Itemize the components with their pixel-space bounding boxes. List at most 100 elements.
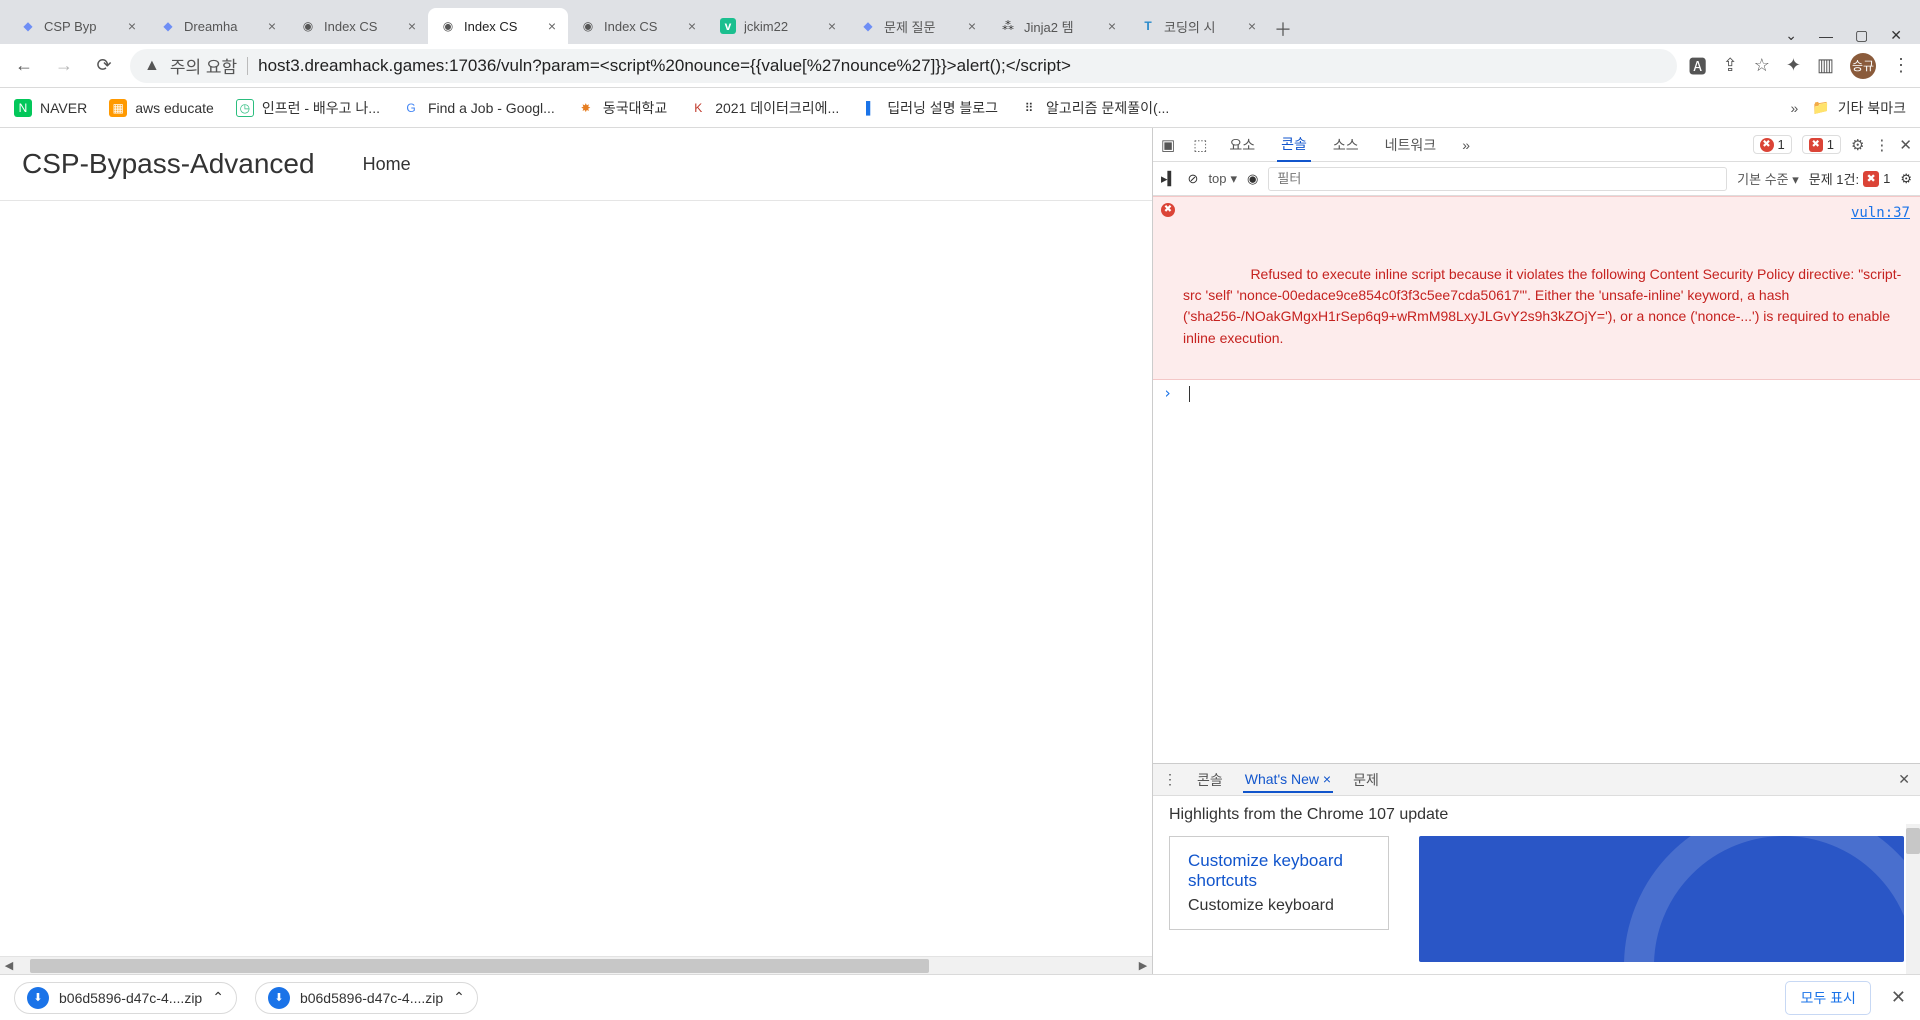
profile-avatar[interactable]: 승규 (1850, 53, 1876, 79)
tab-title: Jinja2 템 (1024, 17, 1100, 36)
omnibox[interactable]: ▲ 주의 요함 host3.dreamhack.games:17036/vuln… (130, 49, 1677, 83)
gear-icon[interactable]: ⚙ (1900, 171, 1912, 187)
close-icon[interactable]: × (128, 18, 136, 34)
download-item[interactable]: ⬇ b06d5896-d47c-4....zip ⌃ (255, 982, 478, 1014)
sidebar-toggle-icon[interactable]: ▸▍ (1161, 171, 1178, 187)
console-error-message[interactable]: ✖ vuln:37 Refused to execute inline scri… (1153, 196, 1920, 380)
error-count-badge[interactable]: ✖1 (1753, 135, 1792, 154)
tab-title: Dreamha (184, 19, 260, 34)
horizontal-scrollbar[interactable]: ◀ ▶ (0, 956, 1152, 974)
console-filter[interactable] (1268, 167, 1727, 191)
show-all-downloads-button[interactable]: 모두 표시 (1785, 981, 1870, 1015)
bookmark-item[interactable]: ▦aws educate (109, 99, 214, 117)
chevron-down-icon[interactable]: ⌄ (1785, 27, 1797, 44)
menu-icon[interactable]: ⋮ (1874, 136, 1889, 154)
close-icon[interactable]: × (968, 18, 976, 34)
share-icon[interactable]: ⇪ (1723, 55, 1738, 76)
chevron-up-icon[interactable]: ⌃ (453, 989, 465, 1006)
translate-icon[interactable]: 🅰 (1689, 53, 1707, 79)
close-icon[interactable]: × (1323, 771, 1331, 787)
scroll-thumb[interactable] (1906, 828, 1920, 854)
extensions-icon[interactable]: ✦ (1786, 55, 1801, 76)
drawer-tab-whatsnew[interactable]: What's New × (1243, 767, 1333, 793)
bookmark-item[interactable]: GFind a Job - Googl... (402, 99, 555, 117)
close-icon[interactable]: × (1108, 18, 1116, 34)
inspect-icon[interactable]: ▣ (1161, 136, 1175, 154)
device-toggle-icon[interactable]: ⬚ (1193, 136, 1207, 154)
bookmark-item[interactable]: NNAVER (14, 99, 87, 117)
chevron-up-icon[interactable]: ⌃ (212, 989, 224, 1006)
error-text: Refused to execute inline script because… (1183, 266, 1901, 346)
close-icon[interactable]: × (688, 18, 696, 34)
browser-tab-active[interactable]: ◉Index CS× (428, 8, 568, 44)
close-icon[interactable]: ✕ (1891, 987, 1906, 1008)
nav-home-link[interactable]: Home (363, 154, 411, 175)
bookmark-item[interactable]: K2021 데이터크리에... (689, 98, 839, 118)
sidepanel-icon[interactable]: ▥ (1817, 55, 1834, 76)
whatsnew-headline: Highlights from the Chrome 107 update (1153, 796, 1920, 824)
drawer-tab-console[interactable]: 콘솔 (1195, 766, 1225, 794)
gear-icon[interactable]: ⚙ (1851, 136, 1864, 154)
issue-count-badge[interactable]: ✖1 (1802, 135, 1841, 154)
filter-input[interactable] (1268, 167, 1727, 191)
close-icon[interactable]: ✕ (1899, 136, 1912, 154)
close-icon[interactable]: × (268, 18, 276, 34)
devtools-tab-console[interactable]: 콘솔 (1277, 128, 1311, 162)
browser-tab[interactable]: T코딩의 시× (1128, 8, 1268, 44)
bookmark-item[interactable]: ⠿알고리즘 문제풀이(... (1020, 98, 1169, 118)
close-icon[interactable]: × (828, 18, 836, 34)
browser-tab[interactable]: ◉Index CS× (568, 8, 708, 44)
browser-tab[interactable]: ⁂Jinja2 템× (988, 8, 1128, 44)
console-messages: ✖ vuln:37 Refused to execute inline scri… (1153, 196, 1920, 763)
browser-tab[interactable]: ◆Dreamha× (148, 8, 288, 44)
bookmark-item[interactable]: ▌딥러닝 설명 블로그 (861, 98, 998, 118)
menu-icon[interactable]: ⋮ (1892, 55, 1910, 76)
new-tab-button[interactable]: ＋ (1268, 14, 1298, 44)
whatsnew-link[interactable]: Customize keyboard shortcuts (1188, 851, 1343, 890)
close-icon[interactable]: × (408, 18, 416, 34)
vertical-scrollbar[interactable] (1906, 824, 1920, 974)
close-icon[interactable]: × (548, 18, 556, 34)
reload-button[interactable]: ⟳ (90, 52, 118, 80)
log-level-selector[interactable]: 기본 수준 ▾ (1737, 169, 1799, 188)
devtools-tab-more[interactable]: » (1458, 131, 1474, 159)
whatsnew-hero-image (1419, 836, 1904, 962)
whatsnew-subtitle: Customize keyboard (1188, 897, 1370, 915)
zip-icon: ⬇ (268, 987, 290, 1009)
drawer-tab-issues[interactable]: 문제 (1351, 766, 1381, 794)
close-icon[interactable]: ✕ (1898, 771, 1910, 788)
back-button[interactable]: ← (10, 52, 38, 80)
console-prompt[interactable]: › (1153, 380, 1920, 406)
scroll-right-icon[interactable]: ▶ (1134, 959, 1152, 972)
issues-indicator[interactable]: 문제 1건: ✖1 (1809, 169, 1891, 188)
browser-tab[interactable]: ◉Index CS× (288, 8, 428, 44)
maximize-icon[interactable]: ▢ (1855, 27, 1868, 44)
bookmark-item[interactable]: ✸동국대학교 (577, 98, 667, 118)
close-icon[interactable]: ✕ (1890, 27, 1902, 44)
devtools-tab-sources[interactable]: 소스 (1329, 129, 1363, 161)
minimize-icon[interactable]: — (1819, 28, 1833, 44)
context-selector[interactable]: top ▾ (1208, 171, 1237, 187)
close-icon[interactable]: × (1248, 18, 1256, 34)
bookmark-star-icon[interactable]: ☆ (1754, 55, 1770, 76)
menu-icon[interactable]: ⋮ (1163, 771, 1177, 788)
browser-tab[interactable]: vjckim22× (708, 8, 848, 44)
whatsnew-card[interactable]: Customize keyboard shortcuts Customize k… (1169, 836, 1389, 930)
devtools-tab-network[interactable]: 네트워크 (1381, 129, 1441, 161)
bookmarks-folder[interactable]: 📁기타 북마크 (1812, 98, 1906, 118)
scroll-left-icon[interactable]: ◀ (0, 959, 18, 972)
devtools-tab-elements[interactable]: 요소 (1225, 129, 1259, 161)
forward-button[interactable]: → (50, 52, 78, 80)
error-source-link[interactable]: vuln:37 (1851, 203, 1910, 223)
tab-title: Index CS (604, 19, 680, 34)
browser-tab[interactable]: ◆CSP Byp× (8, 8, 148, 44)
live-expression-icon[interactable]: ◉ (1247, 171, 1258, 187)
bookmark-item[interactable]: ◷인프런 - 배우고 나... (236, 98, 380, 118)
scroll-thumb[interactable] (30, 959, 929, 973)
browser-tab[interactable]: ◆문제 질문× (848, 8, 988, 44)
bookmark-label: 2021 데이터크리에... (715, 98, 839, 118)
clear-console-icon[interactable]: ⊘ (1188, 171, 1199, 187)
site-info-icon[interactable]: ▲ (144, 57, 160, 75)
download-item[interactable]: ⬇ b06d5896-d47c-4....zip ⌃ (14, 982, 237, 1014)
bookmarks-overflow-icon[interactable]: » (1790, 100, 1798, 116)
